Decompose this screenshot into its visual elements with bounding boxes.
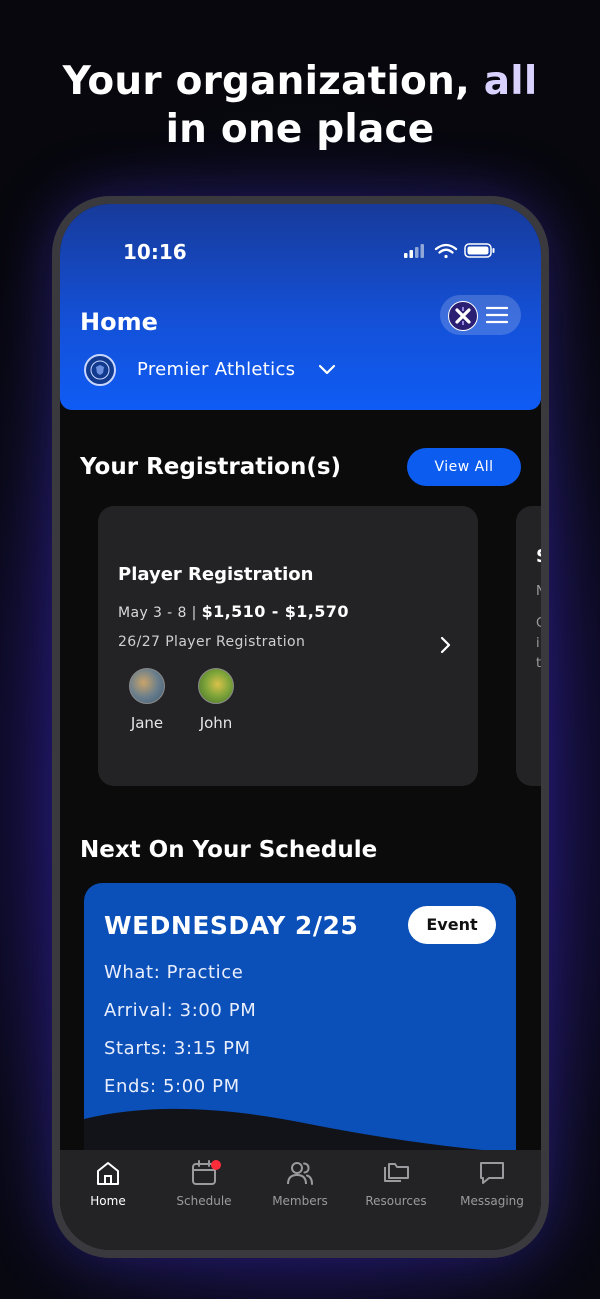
app-header: 10:16 Home Premier Athletics xyxy=(60,204,541,410)
registration-card[interactable]: Player Registration May 3 - 8 | $1,510 -… xyxy=(98,506,478,786)
home-icon xyxy=(97,1162,119,1185)
registration-price: $1,510 - $1,570 xyxy=(201,602,349,621)
peek-line: C xyxy=(536,616,541,631)
notification-dot xyxy=(211,1160,221,1170)
avatar xyxy=(129,668,165,704)
menu-pill-button[interactable] xyxy=(440,295,521,335)
view-all-button[interactable]: View All xyxy=(407,448,521,486)
headline-accent: all xyxy=(483,59,538,104)
bottom-tab-bar: Home Schedule Members Resources Messagin… xyxy=(60,1150,541,1250)
peek-line: i xyxy=(536,636,540,651)
status-time: 10:16 xyxy=(123,240,187,264)
chevron-down-icon[interactable] xyxy=(318,364,336,376)
tab-schedule[interactable]: Schedule xyxy=(156,1158,252,1208)
registration-subtitle: 26/27 Player Registration xyxy=(118,634,306,650)
wifi-icon xyxy=(434,243,458,259)
person-name: Jane xyxy=(130,714,164,732)
chat-icon xyxy=(480,1162,504,1184)
marketing-headline: Your organization, all in one place xyxy=(0,58,600,154)
tab-label: Messaging xyxy=(460,1194,524,1208)
schedule-section-title: Next On Your Schedule xyxy=(80,837,378,863)
registration-dates-price: May 3 - 8 | $1,510 - $1,570 xyxy=(118,602,349,621)
org-logo xyxy=(84,354,116,386)
app-screen: 10:16 Home Premier Athletics Your Regist… xyxy=(60,204,541,1250)
page-title: Home xyxy=(80,308,158,336)
registration-title: Player Registration xyxy=(118,564,314,585)
schedule-ends: Ends: 5:00 PM xyxy=(104,1076,240,1097)
headline-main: Your organization, xyxy=(62,59,470,104)
brand-logo-icon xyxy=(448,301,478,331)
tab-label: Members xyxy=(272,1194,328,1208)
tab-members[interactable]: Members xyxy=(252,1158,348,1208)
cellular-signal-icon xyxy=(404,244,424,258)
schedule-starts: Starts: 3:15 PM xyxy=(104,1038,251,1059)
registration-person: Jane xyxy=(117,668,177,732)
org-selector[interactable]: Premier Athletics xyxy=(137,359,295,380)
person-name: John xyxy=(199,714,233,732)
event-badge: Event xyxy=(408,906,496,944)
tab-label: Resources xyxy=(365,1194,427,1208)
peek-line: t xyxy=(536,656,541,671)
folder-icon xyxy=(384,1163,409,1182)
hamburger-menu-icon xyxy=(486,306,508,324)
avatar xyxy=(198,668,234,704)
peek-line: N xyxy=(536,584,541,599)
tab-home[interactable]: Home xyxy=(60,1158,156,1208)
registration-person: John xyxy=(186,668,246,732)
phone-frame: 10:16 Home Premier Athletics Your Regist… xyxy=(52,196,549,1258)
chevron-right-icon[interactable] xyxy=(440,636,452,654)
schedule-what: What: Practice xyxy=(104,962,244,983)
schedule-arrival: Arrival: 3:00 PM xyxy=(104,1000,257,1021)
tab-resources[interactable]: Resources xyxy=(348,1158,444,1208)
tab-label: Home xyxy=(90,1194,126,1208)
schedule-day: WEDNESDAY 2/25 xyxy=(104,911,359,940)
registration-dates: May 3 - 8 | xyxy=(118,605,197,621)
members-icon xyxy=(287,1162,313,1185)
registrations-section-title: Your Registration(s) xyxy=(80,454,342,480)
tab-messaging[interactable]: Messaging xyxy=(444,1158,540,1208)
status-icons xyxy=(404,242,504,264)
peek-line: S xyxy=(536,546,541,567)
battery-icon xyxy=(464,243,495,258)
registration-card-next[interactable]: S N C i t xyxy=(516,506,541,786)
tab-label: Schedule xyxy=(176,1194,232,1208)
headline-line2: in one place xyxy=(165,107,435,152)
schedule-card[interactable]: WEDNESDAY 2/25 Event What: Practice Arri… xyxy=(84,883,516,1183)
